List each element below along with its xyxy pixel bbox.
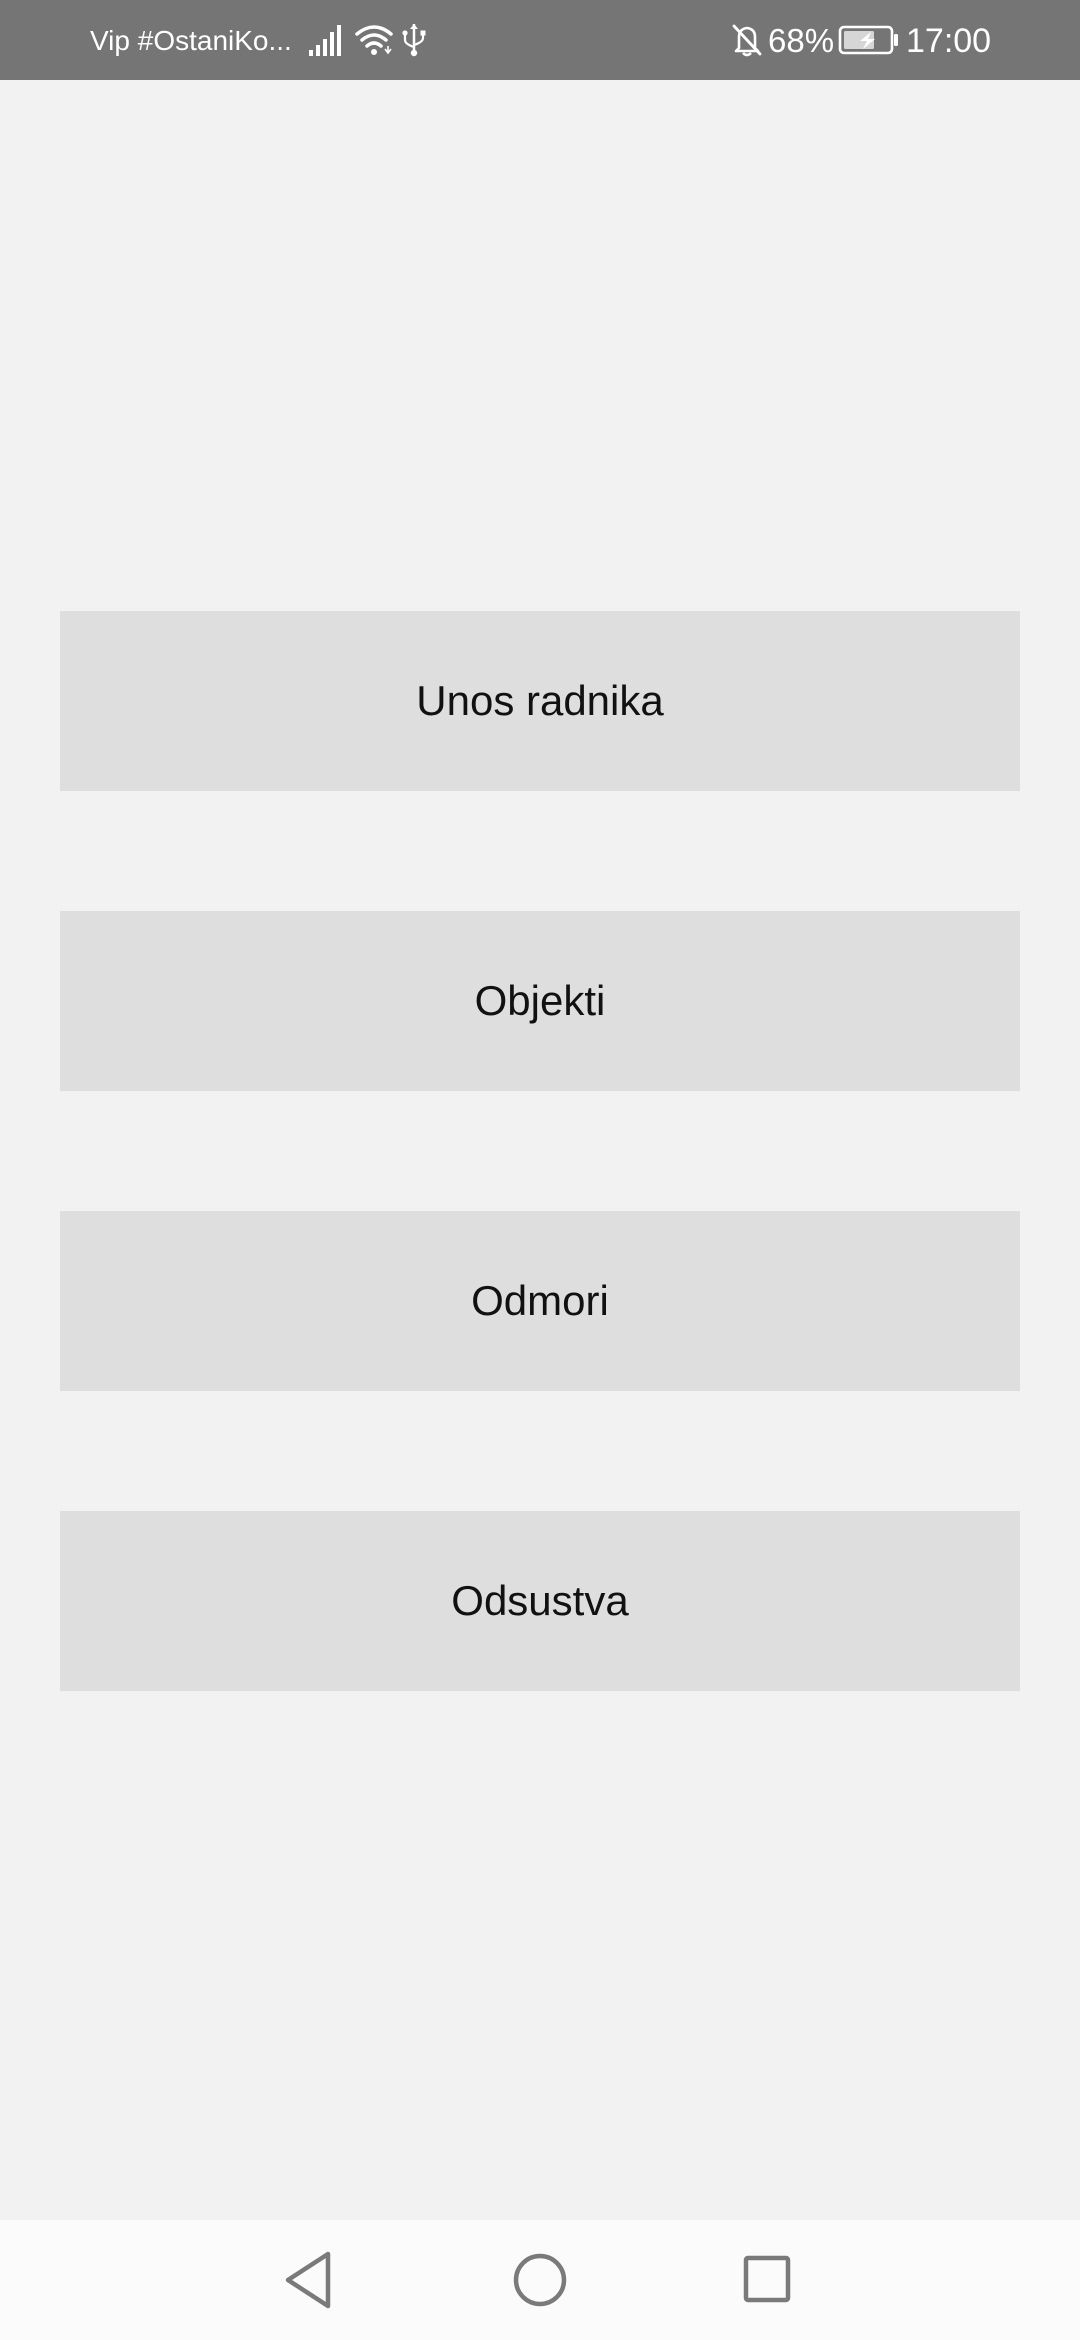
odsustva-button[interactable]: Odsustva — [60, 1511, 1020, 1691]
navigation-bar — [0, 2220, 1080, 2340]
signal-icon — [309, 25, 341, 56]
clock: 17:00 — [906, 22, 992, 60]
odmori-button[interactable]: Odmori — [60, 1211, 1020, 1391]
battery-percent: 68% — [768, 22, 835, 59]
bell-off-icon — [732, 24, 762, 57]
usb-icon — [402, 24, 426, 57]
back-icon[interactable] — [270, 2240, 350, 2320]
objekti-button[interactable]: Objekti — [60, 911, 1020, 1091]
carrier-name: Vip #OstaniKo... — [90, 25, 292, 56]
wifi-icon — [355, 25, 393, 55]
battery-charging-icon — [838, 25, 898, 55]
unos-radnika-button[interactable]: Unos radnika — [60, 611, 1020, 791]
recents-icon[interactable] — [728, 2240, 808, 2320]
status-bar: Vip #OstaniKo... 68% 17:00 — [0, 0, 1080, 80]
home-icon[interactable] — [500, 2240, 580, 2320]
